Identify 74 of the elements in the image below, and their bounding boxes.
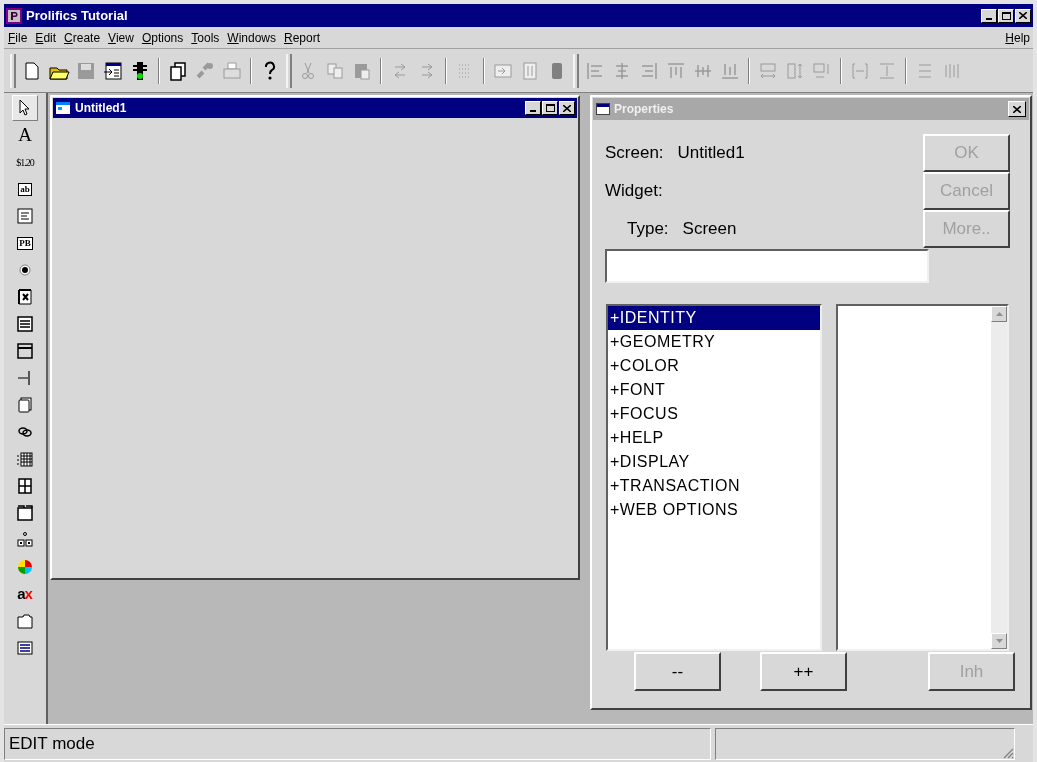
minimize-icon [986,17,992,20]
list-item[interactable]: +DISPLAY [608,450,820,474]
close-icon [1013,105,1021,113]
app-icon [6,7,22,24]
input-field[interactable] [605,249,929,283]
maximize-icon [1001,11,1011,20]
type-value: Screen [682,218,737,241]
minimize-button[interactable] [525,101,541,115]
list-item[interactable]: +COLOR [608,354,820,378]
palette-tool[interactable]: A [12,122,38,148]
close-button[interactable] [1015,8,1031,23]
grid-icon [15,449,35,469]
list-icon [15,638,35,658]
minimize-icon [530,110,536,112]
menu-item[interactable]: Report [280,28,324,47]
list-item[interactable]: +HELP [608,426,820,450]
frame-icon [15,341,35,361]
list-item[interactable]: +FOCUS [608,402,820,426]
window-title: Properties [614,101,674,118]
menu-item[interactable]: File [4,28,32,47]
palette-tool[interactable]: PB [12,230,38,256]
stacked-pages-icon [15,395,35,415]
list-item[interactable]: +WEB OPTIONS [608,498,820,522]
scrollbar[interactable] [991,306,1007,649]
close-icon [1019,12,1027,19]
palette-tool[interactable] [12,95,38,121]
type-label: Type: [627,218,669,241]
button[interactable]: -- [634,652,721,691]
folder-icon [15,611,35,631]
checkbox-icon [15,287,35,307]
screen-name: Untitled1 [677,142,745,165]
tabs-icon [15,503,35,523]
printer-icon[interactable] [221,59,243,82]
button[interactable]: ++ [760,652,847,691]
tree-icon [15,530,35,550]
screen-label: Screen: [605,142,664,165]
list-box-icon [15,314,35,334]
close-icon [563,104,571,112]
import-icon[interactable] [102,59,124,82]
menu-item[interactable]: Create [60,28,105,47]
scroll-up-icon [995,312,1003,316]
window-title: Prolifics Tutorial [26,6,128,25]
minimize-button[interactable] [981,8,997,23]
maximize-button[interactable] [542,101,558,115]
menu-item[interactable]: View [104,28,138,47]
text-lines-icon [15,206,35,226]
menu-item[interactable]: Edit [31,28,61,47]
widget-label: Widget: [605,180,663,203]
palette-tool[interactable]: $1.20 [12,149,38,175]
list-item[interactable]: +TRANSACTION [608,474,820,498]
menu-item[interactable]: Tools [187,28,224,47]
list-item[interactable]: +GEOMETRY [608,330,820,354]
status-field: EDIT mode [4,728,711,760]
palette-tool[interactable]: ab [12,176,38,202]
toolbar-grip[interactable] [286,53,292,88]
split-box-icon [15,476,35,496]
toolbar-grip[interactable] [573,53,579,88]
copies-icon[interactable] [167,59,189,82]
window-icon [596,103,610,115]
toolbar-grip[interactable] [10,53,16,88]
help-menu[interactable]: Help [1002,28,1033,47]
scroll-down-icon [995,639,1003,643]
menu-item[interactable]: Windows [223,28,280,47]
close-button[interactable] [559,101,575,115]
list-item[interactable]: +FONT [608,378,820,402]
close-button[interactable] [1008,101,1026,117]
list-item[interactable]: +IDENTITY [608,306,820,330]
palette-tool[interactable]: ax [12,581,38,607]
maximize-icon [545,104,555,112]
maximize-button[interactable] [998,8,1014,23]
pie-chart-icon [15,557,35,577]
window-title: Untitled1 [75,100,127,117]
resize-grip-icon[interactable] [1002,747,1014,759]
menu-item[interactable]: Options [137,28,188,47]
